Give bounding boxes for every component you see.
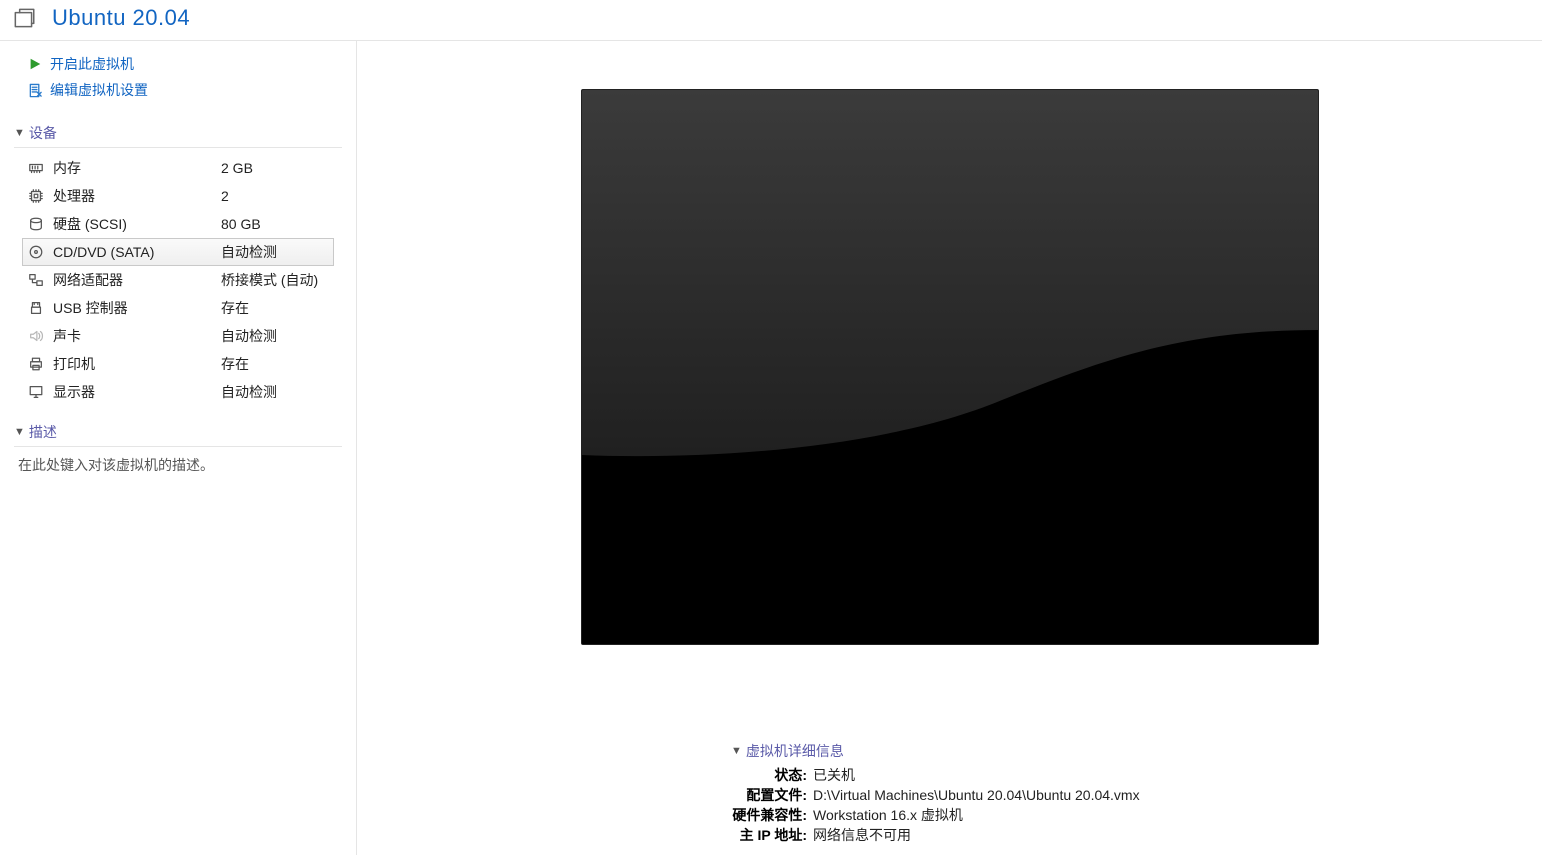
settings-doc-icon [26, 81, 44, 99]
cd-icon [27, 243, 45, 261]
device-name: 声卡 [53, 326, 213, 346]
device-value: 桥接模式 (自动) [221, 270, 318, 290]
description-placeholder[interactable]: 在此处键入对该虚拟机的描述。 [14, 453, 342, 475]
vm-screen-preview [581, 89, 1319, 645]
device-name: 处理器 [53, 186, 213, 206]
usb-icon [27, 299, 45, 317]
detail-ip: 主 IP 地址: 网络信息不可用 [731, 825, 1542, 845]
device-row-disk[interactable]: 硬盘 (SCSI) 80 GB [22, 210, 334, 238]
device-row-cpu[interactable]: 处理器 2 [22, 182, 334, 210]
device-value: 存在 [221, 298, 249, 318]
vm-tab-icon [8, 2, 40, 34]
cpu-icon [27, 187, 45, 205]
play-icon [26, 55, 44, 73]
power-on-vm-link[interactable]: 开启此虚拟机 [26, 51, 356, 77]
detail-ip-label: 主 IP 地址: [731, 825, 807, 845]
network-icon [27, 271, 45, 289]
chevron-down-icon: ▼ [14, 127, 25, 139]
device-value: 自动检测 [221, 242, 277, 262]
description-section-label: 描述 [29, 422, 57, 442]
description-section-header[interactable]: ▼ 描述 [14, 422, 342, 447]
edit-vm-settings-link[interactable]: 编辑虚拟机设置 [26, 77, 356, 103]
device-value: 2 [221, 188, 229, 204]
device-name: 显示器 [53, 382, 213, 402]
detail-config-label: 配置文件: [731, 785, 807, 805]
printer-icon [27, 355, 45, 373]
device-name: 打印机 [53, 354, 213, 374]
detail-state: 状态: 已关机 [731, 765, 1542, 785]
vm-title: Ubuntu 20.04 [52, 5, 190, 31]
detail-compat-value: Workstation 16.x 虚拟机 [813, 805, 963, 825]
device-value: 2 GB [221, 160, 253, 176]
details-section-header[interactable]: ▼ 虚拟机详细信息 [731, 741, 1542, 761]
device-value: 80 GB [221, 216, 261, 232]
device-row-display[interactable]: 显示器自动检测 [22, 378, 334, 406]
display-icon [27, 383, 45, 401]
power-on-label: 开启此虚拟机 [50, 54, 134, 74]
device-name: 内存 [53, 158, 213, 178]
devices-section-label: 设备 [29, 123, 57, 143]
edit-settings-label: 编辑虚拟机设置 [50, 80, 148, 100]
memory-icon [27, 159, 45, 177]
detail-state-label: 状态: [731, 765, 807, 785]
device-name: 网络适配器 [53, 270, 213, 290]
device-value: 自动检测 [221, 326, 277, 346]
device-value: 自动检测 [221, 382, 277, 402]
device-name: 硬盘 (SCSI) [53, 214, 213, 234]
device-name: USB 控制器 [53, 298, 213, 318]
detail-config: 配置文件: D:\Virtual Machines\Ubuntu 20.04\U… [731, 785, 1542, 805]
devices-section-header[interactable]: ▼ 设备 [14, 123, 342, 148]
sound-icon [27, 327, 45, 345]
disk-icon [27, 215, 45, 233]
detail-ip-value: 网络信息不可用 [813, 825, 911, 845]
chevron-down-icon: ▼ [731, 745, 742, 757]
sidebar: 开启此虚拟机 编辑虚拟机设置 ▼ 设备 内存2 GB处理器2硬盘 [0, 41, 357, 855]
chevron-down-icon: ▼ [14, 426, 25, 438]
device-value: 存在 [221, 354, 249, 374]
detail-config-value: D:\Virtual Machines\Ubuntu 20.04\Ubuntu … [813, 785, 1140, 805]
detail-compat: 硬件兼容性: Workstation 16.x 虚拟机 [731, 805, 1542, 825]
device-row-usb[interactable]: USB 控制器存在 [22, 294, 334, 322]
device-row-memory[interactable]: 内存 2 GB [22, 154, 334, 182]
device-row-sound[interactable]: 声卡自动检测 [22, 322, 334, 350]
device-row-printer[interactable]: 打印机存在 [22, 350, 334, 378]
detail-state-value: 已关机 [813, 765, 855, 785]
device-row-network[interactable]: 网络适配器桥接模式 (自动) [22, 266, 334, 294]
device-row-cd[interactable]: CD/DVD (SATA) 自动检测 [22, 238, 334, 266]
details-section-label: 虚拟机详细信息 [746, 741, 844, 761]
detail-compat-label: 硬件兼容性: [731, 805, 807, 825]
device-name: CD/DVD (SATA) [53, 244, 213, 260]
